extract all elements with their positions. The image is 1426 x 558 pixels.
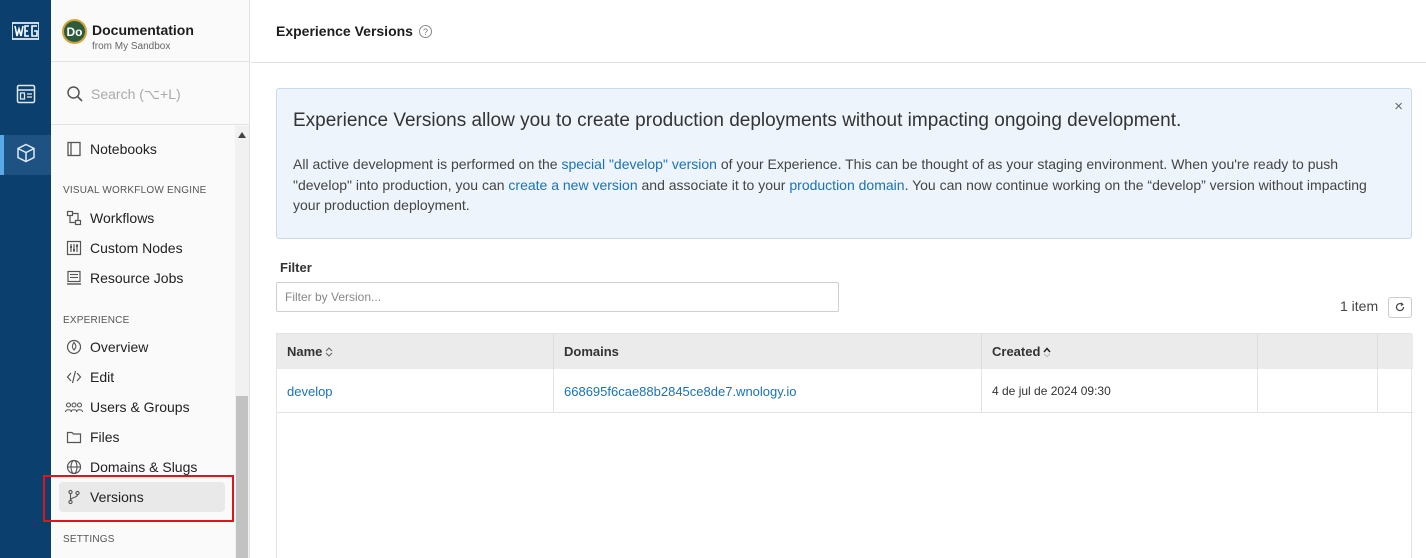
sort-ascending-icon (1043, 346, 1051, 358)
search-input[interactable] (91, 85, 231, 103)
sidebar-item-label: Edit (90, 369, 115, 385)
help-icon[interactable]: ? (419, 25, 432, 38)
column-header-blank (1257, 334, 1377, 369)
filter-label: Filter (280, 260, 312, 275)
users-icon (65, 398, 83, 416)
resource-jobs-icon (65, 269, 83, 287)
column-label: Domains (564, 344, 619, 359)
sort-icon (325, 346, 333, 358)
scroll-thumb[interactable] (236, 396, 248, 558)
app-title: Documentation (92, 22, 194, 38)
dashboard-icon (16, 84, 36, 109)
column-label: Name (287, 344, 323, 359)
info-banner-body: All active development is performed on t… (293, 154, 1383, 216)
sidebar-item-label: Notebooks (90, 141, 157, 157)
sidebar-item-workflows[interactable]: Workflows (59, 203, 225, 233)
column-header-actions (1377, 334, 1413, 369)
info-banner-title: Experience Versions allow you to create … (293, 110, 1182, 131)
close-icon[interactable]: × (1394, 98, 1403, 115)
table-row: develop 668695f6cae88b2845ce8de7.wnology… (277, 369, 1413, 413)
column-header-created[interactable]: Created (981, 334, 1257, 369)
sidebar-item-label: Files (90, 429, 120, 445)
weg-logo[interactable] (11, 20, 40, 42)
version-name[interactable]: develop (287, 384, 333, 399)
info-text: All active development is performed on t… (293, 156, 562, 172)
develop-version-link[interactable]: special "develop" version (561, 156, 716, 172)
sidebar-item-overview[interactable]: Overview (59, 332, 225, 362)
experience-rail-button[interactable] (0, 135, 51, 175)
sidebar-item-edit[interactable]: Edit (59, 362, 225, 392)
sidebar-scrollbar[interactable] (235, 126, 249, 558)
sidebar-item-resource-jobs[interactable]: Resource Jobs (59, 263, 225, 293)
page-header: Experience Versions ? (251, 0, 1426, 63)
version-domain-cell: 668695f6cae88b2845ce8de7.wnology.io (553, 369, 981, 413)
item-count: 1 item (1340, 298, 1379, 314)
version-domain-link[interactable]: 668695f6cae88b2845ce8de7.wnology.io (564, 384, 797, 399)
search-icon (66, 85, 84, 103)
version-created-cell: 4 de jul de 2024 09:30 (981, 369, 1257, 413)
column-header-domains: Domains (553, 334, 981, 369)
dashboard-rail-button[interactable] (0, 76, 51, 116)
row-actions-cell[interactable] (1377, 369, 1413, 413)
versions-table: Name Domains Created develop 668695f6cae… (276, 333, 1413, 558)
sidebar-item-files[interactable]: Files (59, 422, 225, 452)
empty-cell (1257, 369, 1377, 413)
app-subtitle: from My Sandbox (92, 41, 171, 52)
section-heading-experience: EXPERIENCE (63, 315, 130, 326)
search-bar (51, 63, 250, 125)
code-edit-icon (65, 368, 83, 386)
sidebar-item-custom-nodes[interactable]: Custom Nodes (59, 233, 225, 263)
section-heading-settings: SETTINGS (63, 534, 115, 545)
production-domain-link[interactable]: production domain (789, 177, 904, 193)
sidebar-item-label: Domains & Slugs (90, 459, 198, 475)
section-heading-workflow: VISUAL WORKFLOW ENGINE (63, 185, 207, 196)
workflow-icon (65, 209, 83, 227)
filter-input[interactable] (276, 282, 839, 312)
sidebar-item-label: Custom Nodes (90, 240, 183, 256)
create-version-link[interactable]: create a new version (508, 177, 637, 193)
sidebar-item-label: Overview (90, 339, 149, 355)
scroll-up-arrow-icon[interactable] (238, 132, 246, 138)
globe-icon (65, 458, 83, 476)
page-title: Experience Versions (276, 23, 413, 39)
refresh-icon (1395, 299, 1405, 317)
sidebar-item-notebooks[interactable]: Notebooks (59, 134, 225, 164)
folder-icon (65, 428, 83, 446)
version-name-link[interactable]: develop (277, 369, 553, 413)
sidebar-item-label: Workflows (90, 210, 155, 226)
info-banner: Experience Versions allow you to create … (276, 88, 1412, 239)
column-header-name[interactable]: Name (277, 334, 553, 369)
custom-nodes-icon (65, 239, 83, 257)
highlight-annotation (43, 475, 234, 522)
main-content: Experience Versions ? Experience Version… (251, 0, 1426, 558)
info-text: and associate it to your (637, 176, 790, 193)
notebook-icon (65, 140, 83, 158)
table-header: Name Domains Created (277, 334, 1413, 369)
sidebar-item-label: Users & Groups (90, 399, 190, 415)
cube-icon (16, 143, 36, 168)
column-label: Created (992, 344, 1041, 359)
app-avatar: Do (62, 19, 87, 44)
refresh-button[interactable] (1388, 297, 1412, 318)
overview-icon (65, 338, 83, 356)
app-header[interactable]: Do Documentation from My Sandbox (51, 0, 250, 62)
sidebar-item-users-groups[interactable]: Users & Groups (59, 392, 225, 422)
sidebar-item-label: Resource Jobs (90, 270, 184, 286)
